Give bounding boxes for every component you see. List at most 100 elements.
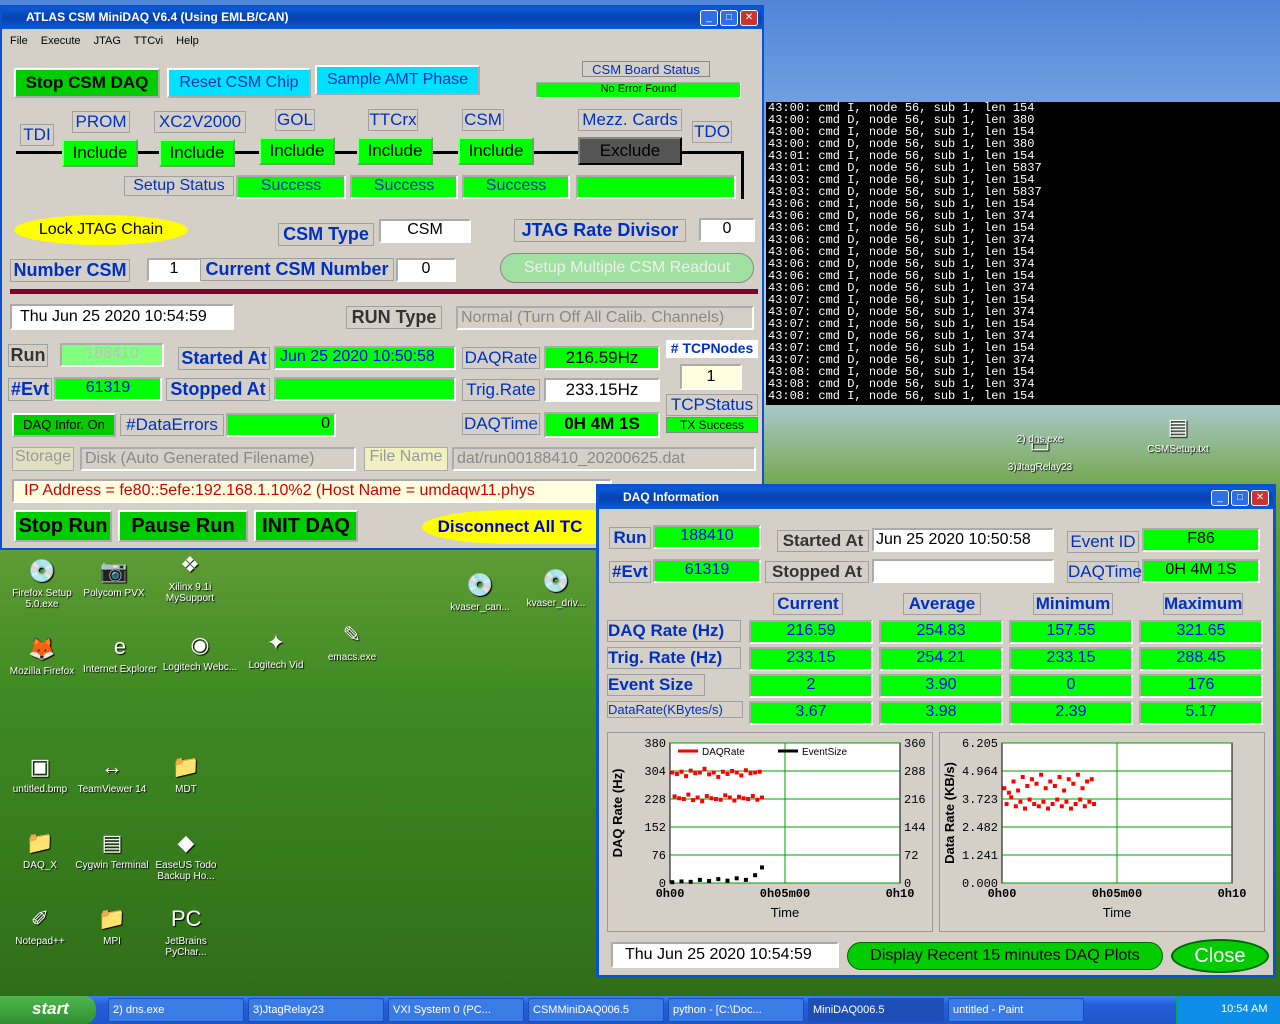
desktop-icon[interactable]: PC JetBrains PyChar... [146,904,226,958]
taskbar-item[interactable]: untitled - Paint [948,998,1084,1022]
taskbar-item[interactable]: MiniDAQ006.5 [808,998,944,1022]
desktop-icon[interactable]: 📁 MPI [72,904,152,947]
init-daq-button[interactable]: INIT DAQ [254,510,358,542]
close-icon[interactable]: ✕ [740,10,758,26]
menu-file[interactable]: File [10,35,28,47]
desktop-icon[interactable]: ↔ TeamViewer 14 [72,752,152,795]
desktop-icon-label: 3)JtagRelay23 [1007,462,1073,473]
jtag-rate-stepper[interactable]: 0 [699,218,755,242]
data-point [1078,797,1083,802]
app-icon: 📷 [100,558,128,583]
taskbar-item[interactable]: VXI System 0 (PC... [388,998,524,1022]
data-point [760,795,764,800]
daqinfo-minimize-icon[interactable]: _ [1211,490,1229,506]
pause-run-button[interactable]: Pause Run [118,510,248,542]
taskbar-item[interactable]: CSMMiniDAQ006.5 [528,998,664,1022]
sample-amt-phase-button[interactable]: Sample AMT Phase [315,65,480,95]
data-point [730,769,735,773]
app-icon: ↔ [101,754,123,779]
stop-csm-daq-button[interactable]: Stop CSM DAQ [14,68,160,98]
desktop-icon[interactable]: ✐ Notepad++ [0,904,80,947]
recent-plots-button[interactable]: Display Recent 15 minutes DAQ Plots [847,942,1163,970]
tcpstatus-label: TCPStatus [666,394,758,416]
storage-select[interactable]: Disk (Auto Generated Filename) [80,447,356,471]
lock-jtag-chain-button[interactable]: Lock JTAG Chain [14,215,188,245]
daqinfo-maximize-icon[interactable]: □ [1231,490,1249,506]
chain-toggle-4[interactable]: Include [458,137,534,165]
desktop-icon-label: Xilinx 9.1i MySupport [165,582,215,604]
run-number: 188410 [60,343,164,367]
filename-field[interactable]: dat/run00188410_20200625.dat [452,447,756,471]
desktop-icon[interactable]: ▤ Cygwin Terminal [72,828,152,871]
close-button[interactable]: Close [1171,939,1269,973]
taskbar-item[interactable]: 3)JtagRelay23 [248,998,384,1022]
minimize-icon[interactable]: _ [700,10,718,26]
board-status-select[interactable]: No Error Found [536,82,741,98]
desktop-icon[interactable]: ✦ Logitech Vid [236,628,316,671]
started-at-label: Started At [178,347,270,370]
desktop-icon[interactable]: 💿 kvaser_driv... [516,566,596,609]
menu-jtag[interactable]: JTAG [94,35,121,47]
menu-help[interactable]: Help [176,35,199,47]
data-point [693,771,698,776]
desktop-icon[interactable]: 📁 DAQ_X [0,828,80,871]
chain-toggle-1[interactable]: Include [159,139,235,167]
daq-info-toggle[interactable]: DAQ Infor. On [12,413,116,437]
desktop-icon-label: kvaser_driv... [526,598,586,609]
run-type-select[interactable]: Normal (Turn Off All Calib. Channels) [456,306,754,330]
chain-toggle-5[interactable]: Exclude [578,137,682,165]
maximize-icon[interactable]: □ [720,10,738,26]
desktop-icon[interactable]: ▤ CSMSetup.txt [1138,412,1218,455]
number-csm-stepper[interactable]: 1 [147,258,201,282]
app-icon: ✦ [266,630,286,655]
start-button[interactable]: start [0,996,96,1024]
desktop-icon[interactable]: 💿 Firefox Setup 5.0.exe [2,556,82,610]
run-type-label: RUN Type [346,306,442,329]
stop-run-button[interactable]: Stop Run [14,510,112,542]
daqrate-chart-panel: 380 304 228 152 76 0 360 288 216 144 72 0 0h00 0h05m0… [607,732,958,932]
filename-label: File Name [364,447,448,471]
csm-type-field[interactable]: CSM [379,219,471,243]
di-eventid-field: F86 [1142,528,1260,552]
chain-toggle-2[interactable]: Include [259,137,335,165]
data-point [1025,783,1030,788]
taskbar-item[interactable]: python - [C:\Doc... [668,998,804,1022]
menu-execute[interactable]: Execute [41,35,81,47]
y-tick-label: 76 [652,849,666,863]
taskbar-item[interactable]: 2) dns.exe [108,998,244,1022]
chain-toggle-0[interactable]: Include [62,139,138,167]
data-point [1089,777,1094,782]
data-point [748,771,753,776]
desktop-icon[interactable]: ❖ Xilinx 9.1i MySupport [150,550,230,604]
desktop-icon[interactable]: ▣ untitled.bmp [0,752,80,795]
desktop-icon[interactable]: 🦊 Mozilla Firefox [2,634,82,677]
menu-ttcvi[interactable]: TTCvi [134,35,163,47]
disconnect-all-button[interactable]: Disconnect All TC [422,510,598,544]
app-icon: ◆ [177,830,195,855]
y-tick-label: 6.205 [962,737,998,751]
data-point [1057,774,1062,779]
y-tick-label: 2.482 [962,821,998,835]
setup-multiple-csm-button[interactable]: Setup Multiple CSM Readout [500,253,754,283]
di-started-label: Started At [777,530,869,552]
data-point [709,796,714,801]
desktop-icon[interactable]: ✎ emacs.exe [312,620,392,663]
chain-toggle-3[interactable]: Include [357,137,433,165]
data-point [1023,806,1027,811]
desktop-icon[interactable]: 2) dns.exe [1000,402,1080,445]
data-point [691,798,695,803]
stat-cell: 254.21 [879,647,1003,671]
app-icon: 📁 [26,830,54,855]
di-run-field: 188410 [653,525,761,549]
current-csm-stepper[interactable]: 0 [396,258,456,282]
desktop-icon[interactable]: 💿 kvaser_can... [440,570,520,613]
desktop-icon[interactable]: 📷 Polycom PVX [74,556,154,599]
desktop-icon[interactable]: e Internet Explorer [80,632,160,675]
daqinfo-close-icon[interactable]: ✕ [1251,490,1269,506]
desktop-icon[interactable]: ◆ EaseUS Todo Backup Ho... [146,828,226,882]
desktop-icon[interactable]: ◉ Logitech Webc... [160,630,240,673]
reset-csm-chip-button[interactable]: Reset CSM Chip [167,68,311,98]
desktop-icon[interactable]: 📁 MDT [146,752,226,795]
data-point [1085,779,1090,784]
data-point [679,769,684,774]
